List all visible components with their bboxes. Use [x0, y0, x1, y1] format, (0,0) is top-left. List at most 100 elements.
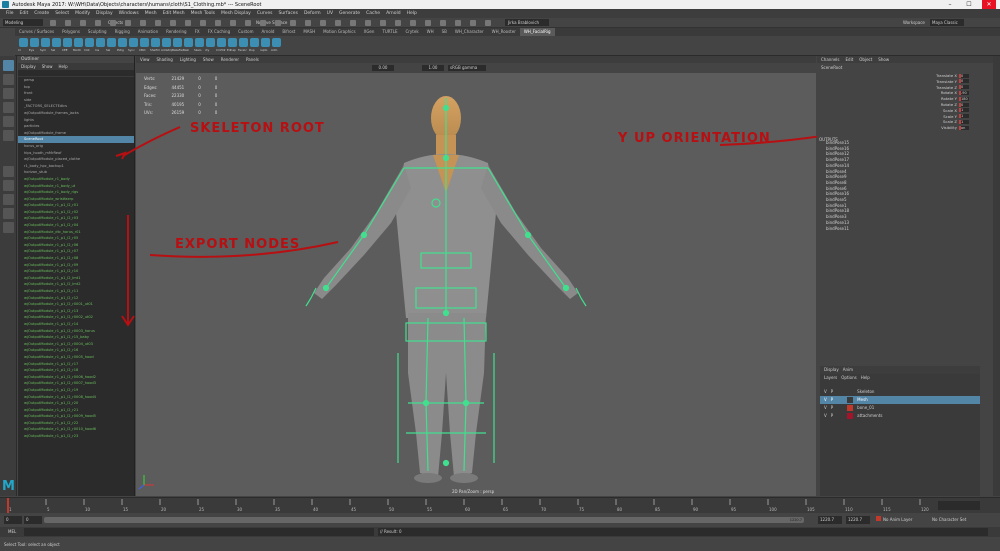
layer-menu-options[interactable]: Options [841, 374, 856, 382]
timeline-tick-label: 60 [465, 507, 471, 512]
timeline-tick-label: 35 [275, 507, 281, 512]
channel-attr-row[interactable]: Rotate Y 180 [935, 96, 969, 101]
timeline-tick-label: 95 [731, 507, 737, 512]
timeline-tick-label: 70 [541, 507, 547, 512]
timeline-tick-label: 1 [9, 507, 12, 512]
channel-attr-value[interactable]: 1 [959, 119, 969, 124]
channel-attr-value[interactable]: -90 [959, 90, 969, 95]
command-language[interactable]: MEL [8, 528, 16, 536]
layer-tab-anim[interactable]: Anim [843, 366, 853, 374]
display-layer-row[interactable]: V Pbone_01 [820, 404, 980, 412]
range-end-field[interactable]: 1220.7 [818, 516, 842, 524]
channel-box-menu: Channels Edit Object Show [817, 56, 1000, 63]
playback-controls[interactable] [938, 501, 980, 510]
channel-attr-name: Translate Z [935, 84, 957, 90]
anim-start-field[interactable]: 0 [24, 516, 42, 524]
channel-attr-name: Scale Z [942, 119, 957, 125]
command-result: // Result: 0 [378, 528, 988, 536]
timeline-tick-label: 40 [313, 507, 319, 512]
channel-attr-value[interactable]: 180 [959, 96, 969, 101]
timeline-ruler: 1 5 10 15 20 25 30 35 40 45 50 55 60 65 70 75 80 85 90 95 10… [7, 498, 929, 513]
layer-name: Mesh [857, 397, 868, 402]
channel-attr-name: Scale X [942, 107, 957, 113]
anim-end-field[interactable]: 1220.7 [846, 516, 870, 524]
layer-color-swatch[interactable] [847, 397, 854, 403]
channel-attr-value[interactable]: 0 [959, 85, 969, 90]
layer-menu-help[interactable]: Help [861, 374, 870, 382]
channel-attr-name: Scale Y [943, 113, 957, 119]
channel-attr-row[interactable]: Scale X1 [935, 108, 969, 113]
channel-attr-name: Translate Y [936, 78, 957, 84]
display-layer-row[interactable]: V P Skeleton [820, 388, 980, 396]
y-up-annotation: Y UP ORIENTATION [617, 131, 771, 146]
layer-color-swatch[interactable] [847, 405, 854, 411]
layer-playback-toggle[interactable]: P [831, 404, 833, 412]
channel-attr-row[interactable]: Scale Z1 [935, 119, 969, 124]
character-set-dropdown[interactable]: No Character Set [932, 516, 966, 524]
layer-color-swatch[interactable] [847, 389, 854, 395]
channel-attr-value[interactable]: 0 [959, 102, 969, 107]
timeline-tick-label: 50 [389, 507, 395, 512]
outputs-list: bindPose15 bindPose16 bindPose12 bindPose17… [820, 140, 990, 231]
timeline-tick-label: 110 [845, 507, 853, 512]
timeline-tick-label: 10 [85, 507, 91, 512]
layer-playback-toggle[interactable]: P [831, 388, 833, 396]
channel-menu-edit[interactable]: Edit [846, 56, 854, 63]
channel-attr-name: Visibility [941, 125, 957, 131]
timeline-tick-label: 20 [161, 507, 167, 512]
anim-layer-dropdown[interactable]: No Anim Layer [876, 516, 912, 524]
channel-attr-row[interactable]: Translate X0 [935, 73, 969, 78]
channel-attr-value[interactable]: 1 [959, 114, 969, 119]
channel-attr-name: Rotate X [940, 90, 957, 96]
channel-attr-value[interactable]: 0 [959, 79, 969, 84]
command-line: MEL // Result: 0 [0, 527, 1000, 537]
timeline-tick-label: 45 [351, 507, 357, 512]
channel-attr-value[interactable]: on [959, 125, 969, 130]
layer-playback-toggle[interactable]: P [831, 412, 833, 420]
range-bar[interactable]: 1220.7 [44, 517, 804, 523]
channel-attr-row[interactable]: Translate Z0 [935, 85, 969, 90]
layer-visibility-toggle[interactable]: V [824, 404, 827, 412]
layer-name: bone_01 [857, 405, 875, 410]
channel-menu-object[interactable]: Object [859, 56, 872, 63]
command-input[interactable] [24, 528, 374, 536]
channel-attr-row[interactable]: Rotate X -90 [935, 90, 969, 95]
channel-attr-row[interactable]: Scale Y1 [935, 114, 969, 119]
help-line: Select Tool: select an object [0, 538, 1000, 551]
layer-color-swatch[interactable] [847, 413, 854, 419]
layer-visibility-toggle[interactable]: V [824, 388, 827, 396]
time-slider[interactable]: 1 5 10 15 20 25 30 35 40 45 50 55 60 65 70 75 80 85 90 95 10… [0, 497, 1000, 513]
display-layer-row[interactable]: V P Mesh [820, 396, 980, 404]
layer-editor: Display Anim Layers Options Help V P Skele… [820, 366, 980, 496]
timeline-tick-label: 75 [579, 507, 585, 512]
channel-attr-name: Rotate Z [940, 102, 957, 107]
layer-tab-display[interactable]: Display [824, 366, 839, 374]
layer-visibility-toggle[interactable]: V [824, 396, 827, 404]
channel-attr-row[interactable]: Translate Y0 [935, 79, 969, 84]
layer-menu-layers[interactable]: Layers [824, 374, 837, 382]
timeline-tick-label: 5 [47, 507, 50, 512]
timeline-tick-label: 25 [199, 507, 205, 512]
timeline-tick-label: 115 [883, 507, 891, 512]
timeline-tick-label: 105 [807, 507, 815, 512]
channel-box-object-name: SceneRoot [821, 65, 843, 70]
channel-attr-row[interactable]: Visibility on [935, 125, 969, 130]
channel-attr-row[interactable]: Rotate Z0 [935, 102, 969, 107]
layer-visibility-toggle[interactable]: V [824, 412, 827, 420]
channel-menu-channels[interactable]: Channels [821, 56, 840, 63]
timeline-tick-label: 80 [617, 507, 623, 512]
layer-name: attachments [857, 413, 883, 418]
channel-attr-value[interactable]: 1 [959, 108, 969, 113]
side-tabs [993, 56, 1000, 496]
timeline-tick-label: 65 [503, 507, 509, 512]
timeline-tick-label: 30 [237, 507, 243, 512]
display-layer-row[interactable]: V Pattachments [820, 412, 980, 420]
skeleton-root-arrowhead [115, 151, 127, 160]
current-frame-marker[interactable] [7, 498, 9, 513]
channel-menu-show[interactable]: Show [878, 56, 889, 63]
channel-attr-value[interactable]: 0 [959, 73, 969, 78]
range-start-field[interactable]: 0 [4, 516, 22, 524]
output-node[interactable]: bindPose11 [820, 226, 990, 232]
channel-attr-name: Rotate Y [941, 96, 957, 102]
layer-playback-toggle[interactable]: P [831, 396, 833, 404]
